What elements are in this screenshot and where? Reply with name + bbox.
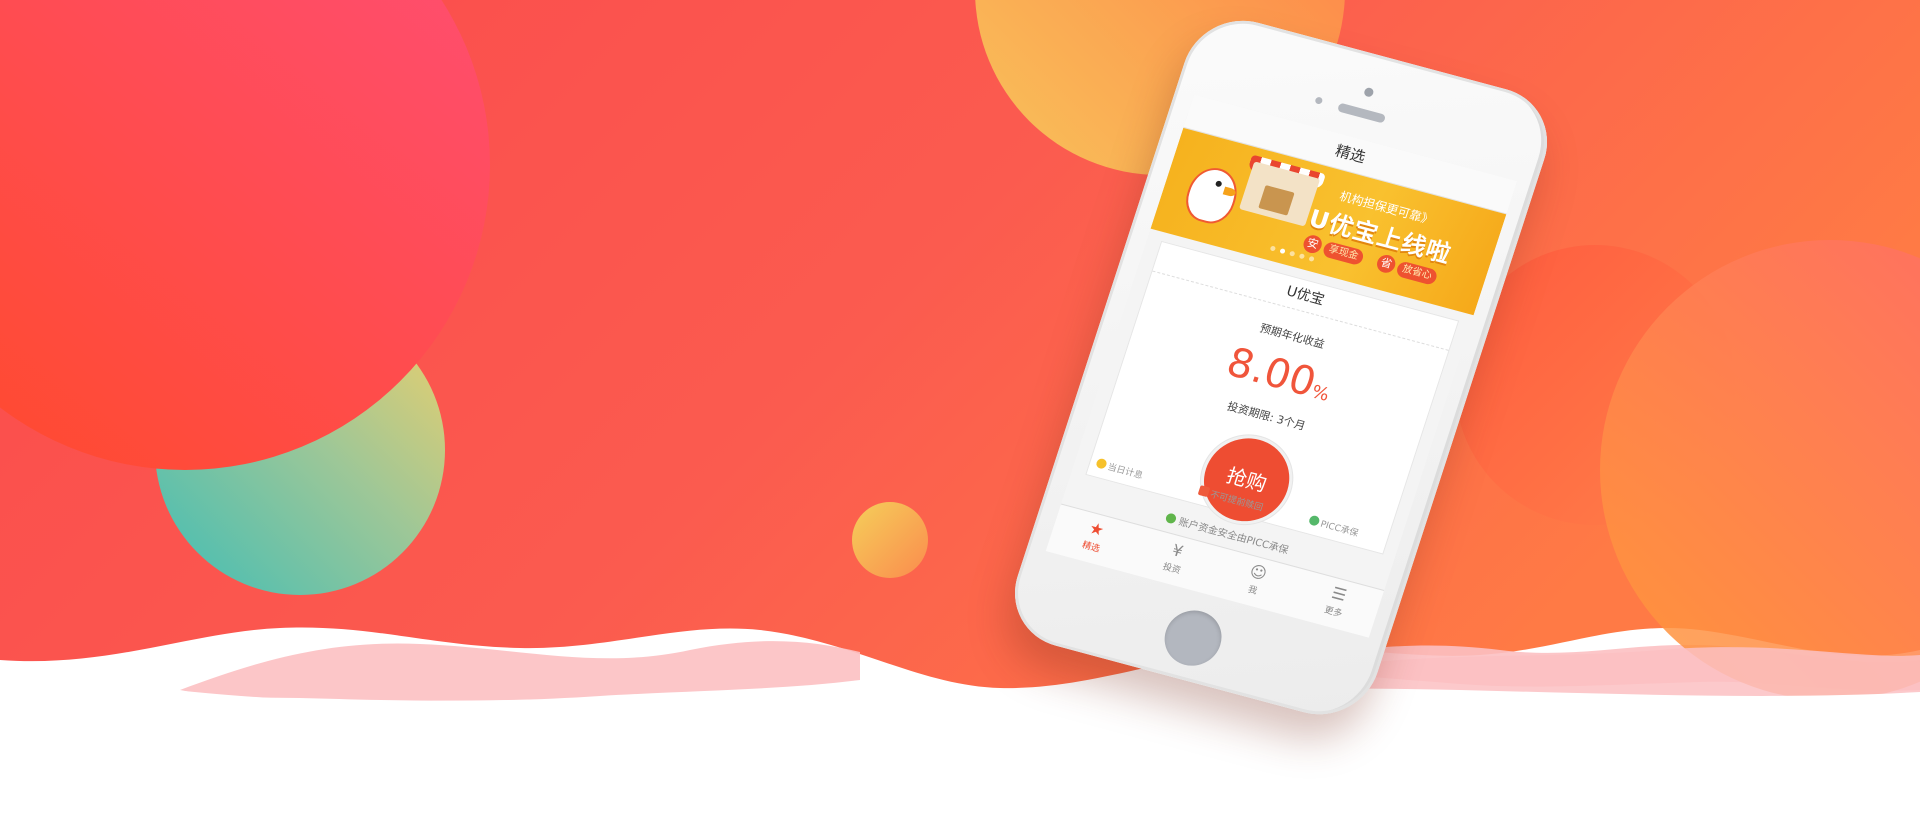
phone-mockup: 精选 机构担保更可靠》 U优宝上线啦 安享现金 省放省心 U优宝 预期年化收益 … [999, 7, 1563, 750]
phone-body: 精选 机构担保更可靠》 U优宝上线啦 安享现金 省放省心 U优宝 预期年化收益 … [999, 7, 1563, 728]
shield-icon [1307, 514, 1321, 527]
tab-label: 我 [1246, 584, 1259, 597]
carousel-dot-active[interactable] [1279, 248, 1286, 255]
feature-label: PICC承保 [1318, 519, 1360, 540]
carousel-dot[interactable] [1269, 245, 1277, 252]
hero-banner: 精选 机构担保更可靠》 U优宝上线啦 安享现金 省放省心 U优宝 预期年化收益 … [0, 0, 1920, 826]
feature-picc-insured: PICC承保 [1307, 514, 1360, 539]
tab-me[interactable]: ☺ 我 [1207, 548, 1303, 617]
tab-invest[interactable]: ¥ 投资 [1126, 526, 1222, 595]
tab-featured[interactable]: ★ 精选 [1046, 504, 1142, 573]
tab-label: 更多 [1322, 605, 1344, 620]
background-art [0, 0, 1920, 826]
yield-value: 8.00 [1221, 339, 1322, 407]
front-camera [1363, 86, 1375, 98]
buy-button[interactable]: 抢购 [1193, 428, 1301, 531]
yuan-coin-icon: ¥ [1169, 540, 1186, 562]
phone-screen: 精选 机构担保更可靠》 U优宝上线啦 安享现金 省放省心 U优宝 预期年化收益 … [1045, 94, 1518, 638]
save-badge: 省 [1374, 252, 1398, 275]
tab-label: 投资 [1161, 562, 1182, 577]
star-icon: ★ [1086, 518, 1107, 540]
tab-label: 精选 [1080, 540, 1102, 555]
feature-label: 当日计息 [1106, 462, 1145, 482]
home-button[interactable] [1157, 604, 1229, 672]
menu-icon: ☰ [1329, 583, 1349, 605]
user-icon: ☺ [1247, 561, 1270, 584]
proximity-sensor [1314, 96, 1324, 105]
security-icon [1164, 512, 1177, 525]
lock-icon [1197, 485, 1211, 498]
feature-daily-interest: 当日计息 [1095, 457, 1145, 482]
tab-more[interactable]: ☰ 更多 [1288, 569, 1384, 637]
earpiece-speaker [1336, 102, 1387, 124]
carousel-dot[interactable] [1298, 253, 1306, 260]
coin-icon [1095, 457, 1108, 470]
carousel-dot[interactable] [1308, 255, 1315, 262]
carousel-dot[interactable] [1289, 250, 1296, 257]
